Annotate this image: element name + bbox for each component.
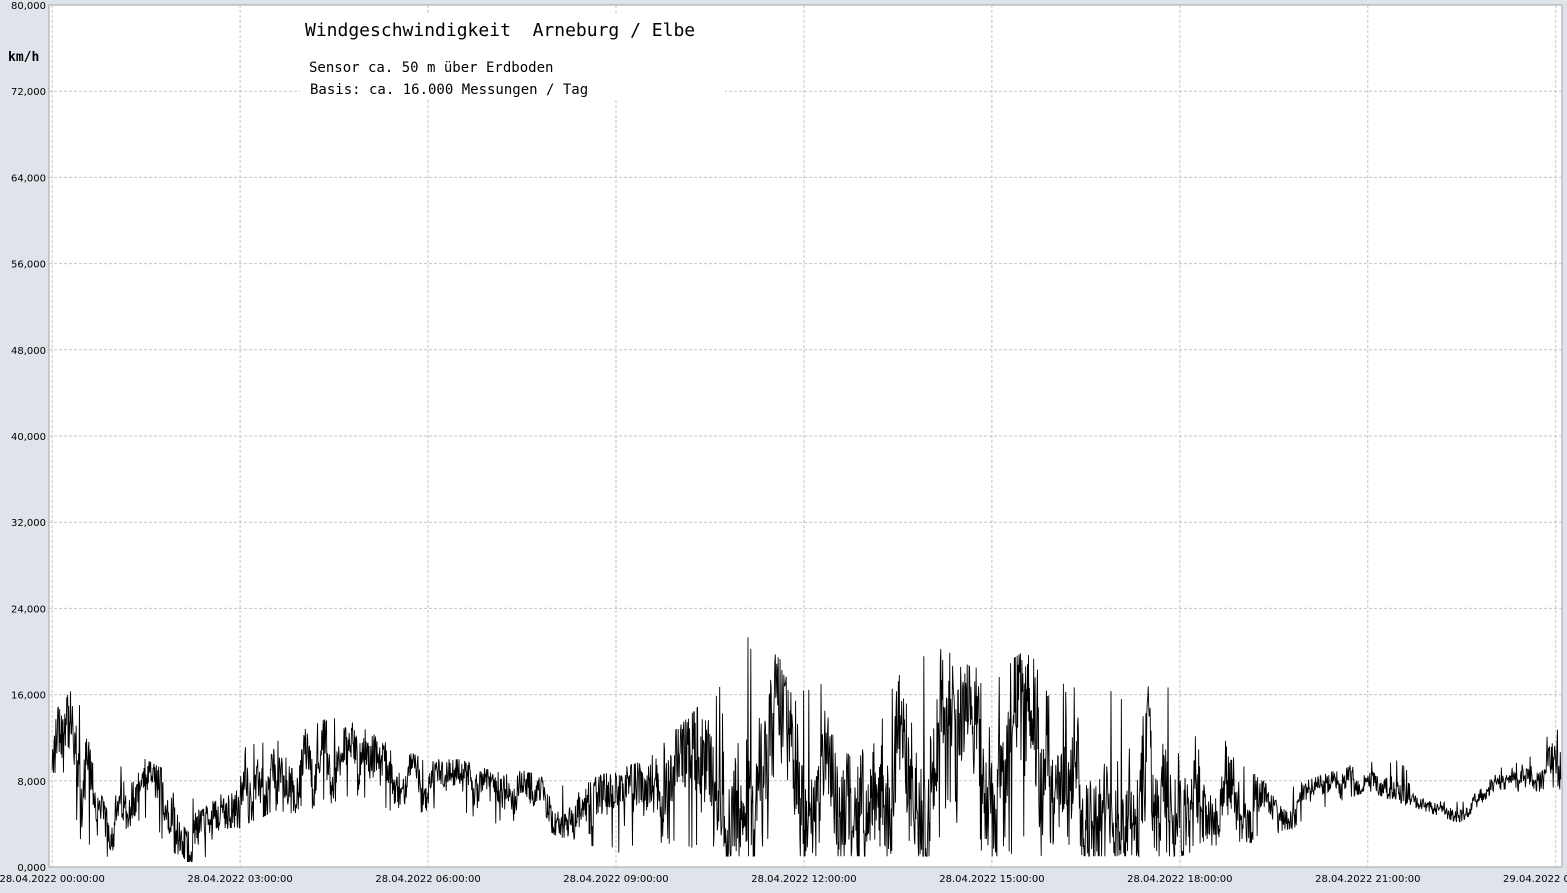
x-tick-label: 28.04.2022 09:00:00: [563, 874, 668, 885]
x-tick-label: 29.04.2022 00:00:00: [1503, 874, 1567, 885]
x-tick-label: 28.04.2022 12:00:00: [751, 874, 856, 885]
y-tick-label: 48,000: [11, 346, 46, 357]
y-tick-label: 0,000: [17, 863, 46, 874]
y-tick-label: 72,000: [11, 87, 46, 98]
x-tick-label: 28.04.2022 18:00:00: [1127, 874, 1232, 885]
chart-subtitle-sensor: Sensor ca. 50 m über Erdboden: [309, 60, 553, 76]
y-axis-unit-label: km/h: [8, 50, 39, 65]
chart-title: Windgeschwindigkeit Arneburg / Elbe: [305, 20, 695, 41]
x-tick-label: 28.04.2022 06:00:00: [375, 874, 480, 885]
y-tick-label: 16,000: [11, 691, 46, 702]
x-tick-label: 28.04.2022 03:00:00: [187, 874, 292, 885]
chart-root: 0,000 8,000 16,000 24,000 32,000 40,000 48,000…: [0, 0, 1567, 889]
y-tick-label: 56,000: [11, 260, 46, 271]
x-tick-label: 28.04.2022 15:00:00: [939, 874, 1044, 885]
x-tick-label: 28.04.2022 00:00:00: [0, 874, 105, 885]
y-tick-label: 64,000: [11, 173, 46, 184]
y-tick-label: 80,000: [11, 1, 46, 12]
y-tick-label: 40,000: [11, 432, 46, 443]
y-tick-label: 32,000: [11, 518, 46, 529]
x-tick-label: 28.04.2022 21:00:00: [1315, 874, 1420, 885]
y-tick-label: 24,000: [11, 604, 46, 615]
chart-subtitle-basis: Basis: ca. 16.000 Messungen / Tag: [310, 82, 588, 98]
y-tick-label: 8,000: [17, 777, 46, 788]
wind-speed-chart: 0,000 8,000 16,000 24,000 32,000 40,000 48,000…: [0, 0, 1567, 889]
